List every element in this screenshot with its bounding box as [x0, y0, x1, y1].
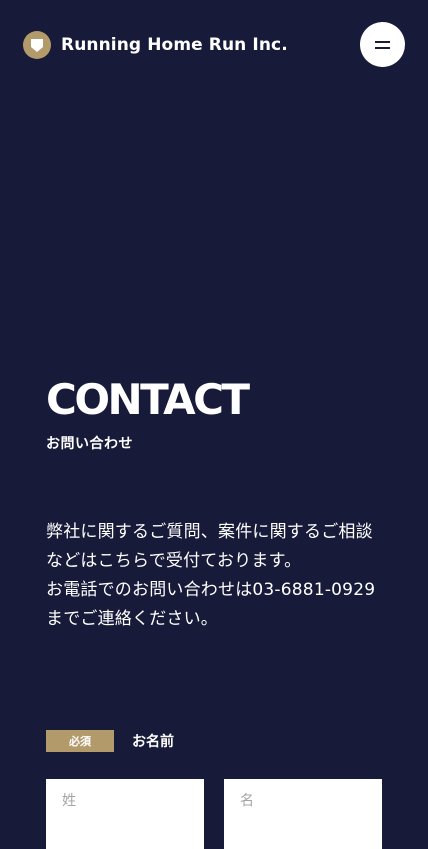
- menu-button[interactable]: [360, 22, 405, 67]
- page-subtitle: お問い合わせ: [46, 436, 133, 452]
- logo-mark-icon: [23, 31, 51, 59]
- company-name: Running Home Run Inc.: [61, 35, 288, 55]
- company-logo[interactable]: Running Home Run Inc.: [23, 31, 288, 59]
- required-badge: 必須: [46, 730, 114, 752]
- phone-contact-paragraph: お電話でのお問い合わせは03-6881-0929までご連絡ください。: [46, 580, 376, 629]
- intro-paragraph: 弊社に関するご質問、案件に関するご相談などはこちらで受付ております。: [46, 522, 373, 571]
- hamburger-icon: [375, 41, 390, 43]
- last-name-input[interactable]: [46, 779, 204, 849]
- hamburger-icon-line: [375, 47, 390, 49]
- site-header: Running Home Run Inc.: [0, 0, 428, 90]
- name-field-label-row: 必須 お名前: [46, 730, 174, 752]
- page-title: CONTACT: [46, 375, 250, 424]
- intro-text: 弊社に関するご質問、案件に関するご相談などはこちらで受付ております。 お電話での…: [46, 518, 386, 634]
- name-field-label: お名前: [132, 734, 174, 750]
- first-name-input[interactable]: [224, 779, 382, 849]
